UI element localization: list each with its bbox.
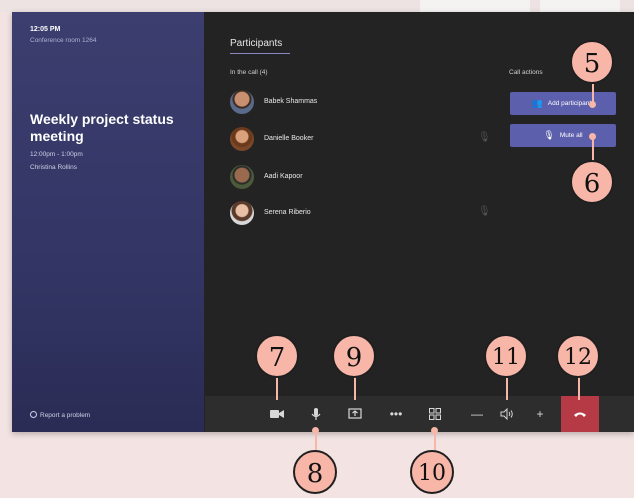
- more-icon[interactable]: •••: [383, 396, 409, 432]
- add-participants-button[interactable]: 👥 Add participants: [510, 92, 616, 115]
- volume-up-icon[interactable]: +: [530, 396, 550, 432]
- callout-badge: 8: [293, 450, 337, 494]
- volume-icon[interactable]: [494, 396, 520, 432]
- avatar: [230, 90, 254, 114]
- add-person-icon: 👥: [531, 98, 543, 108]
- mic-off-icon: 🎙: [478, 132, 491, 143]
- callout-line: [506, 376, 508, 400]
- participants-title: Participants: [230, 38, 283, 49]
- background-top: [0, 0, 634, 12]
- share-icon[interactable]: [342, 396, 368, 432]
- callout-badge: 11: [484, 334, 528, 378]
- room-name: Conference room 1264: [30, 37, 97, 44]
- avatar: [230, 127, 254, 151]
- info-icon: [30, 411, 37, 418]
- callout-badge: 9: [332, 334, 376, 378]
- callout-badge: 12: [556, 334, 600, 378]
- background-stripe: [420, 0, 530, 12]
- callout-badge: 6: [570, 160, 614, 204]
- avatar: [230, 165, 254, 189]
- callout-line: [354, 376, 356, 400]
- callout-badge: 5: [570, 40, 614, 84]
- callout-dot: [431, 427, 438, 434]
- meeting-info-panel: 12:05 PM Conference room 1264 Weekly pro…: [12, 12, 204, 432]
- volume-down-icon[interactable]: —: [467, 396, 487, 432]
- participant-row[interactable]: Aadi Kapoor: [230, 165, 510, 191]
- callout-line: [592, 84, 594, 104]
- hang-up-button[interactable]: [561, 396, 599, 432]
- report-problem-link[interactable]: Report a problem: [30, 411, 90, 419]
- callout-line: [578, 376, 580, 400]
- tab-underline: [230, 53, 290, 54]
- mic-off-icon: 🎙: [543, 130, 555, 140]
- callout-badge: 7: [255, 334, 299, 378]
- callout-line: [276, 376, 278, 400]
- camera-icon[interactable]: [264, 396, 290, 432]
- mute-all-button[interactable]: 🎙 Mute all: [510, 124, 616, 147]
- callout-line: [592, 136, 594, 162]
- background-stripe: [540, 0, 620, 12]
- avatar: [230, 201, 254, 225]
- in-call-count: In the call (4): [230, 69, 268, 76]
- callout-badge: 10: [410, 450, 454, 494]
- participant-name: Aadi Kapoor: [264, 173, 303, 180]
- mic-off-icon: 🎙: [478, 206, 491, 217]
- clock: 12:05 PM: [30, 26, 61, 33]
- meeting-time: 12:00pm - 1:00pm: [30, 151, 83, 158]
- callout-dot: [312, 427, 319, 434]
- participant-row[interactable]: Babek Shammas: [230, 90, 510, 116]
- hang-up-icon: [574, 412, 586, 417]
- call-actions-label: Call actions: [509, 69, 543, 76]
- participant-row[interactable]: Serena Riberio 🎙: [230, 201, 510, 227]
- participant-name: Danielle Booker: [264, 135, 314, 142]
- meeting-title: Weekly project status meeting: [30, 111, 174, 144]
- participant-name: Babek Shammas: [264, 98, 318, 105]
- participant-row[interactable]: Danielle Booker 🎙: [230, 127, 510, 153]
- participant-name: Serena Riberio: [264, 209, 311, 216]
- meeting-organizer: Christina Rollins: [30, 164, 77, 171]
